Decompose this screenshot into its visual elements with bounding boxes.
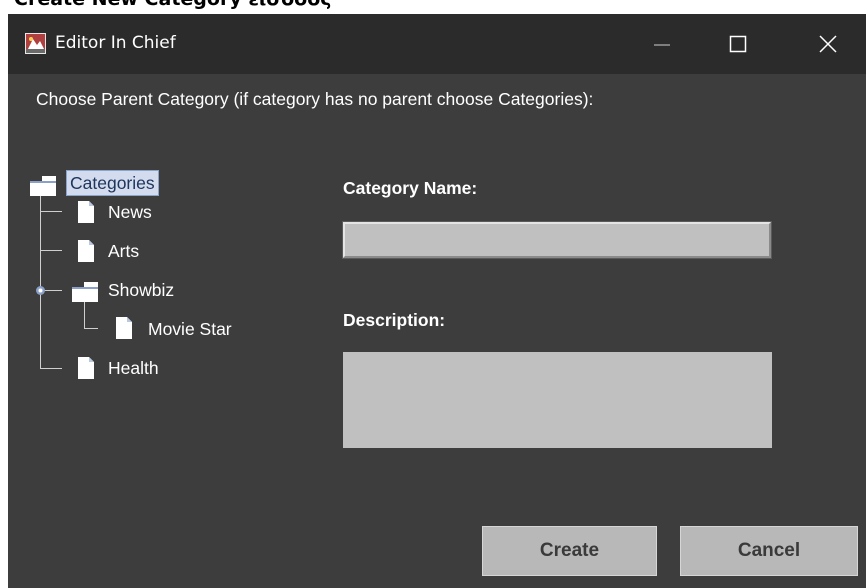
minimize-icon [654, 44, 670, 46]
cancel-button[interactable]: Cancel [680, 526, 858, 576]
tree-connector [40, 368, 62, 369]
editor-window: Editor In Chief Choose Parent Category (… [8, 14, 866, 588]
description-textarea[interactable] [343, 352, 772, 448]
tree-node-label: Showbiz [108, 280, 175, 300]
tree-connector [84, 300, 85, 328]
tree-node-label: Arts [108, 241, 140, 261]
page-icon [78, 240, 94, 262]
tree-node-label: Movie Star [148, 319, 232, 339]
tree-node-label: Categories [66, 170, 159, 196]
tree-connector [40, 250, 62, 251]
category-tree[interactable]: Categories News Arts Showbiz Movie Star … [8, 154, 328, 414]
description-label: Description: [343, 310, 446, 330]
maximize-button[interactable] [710, 14, 766, 74]
page-icon [116, 317, 132, 339]
category-name-input[interactable] [342, 221, 772, 259]
page-icon [78, 357, 94, 379]
category-name-label: Category Name: [343, 178, 478, 198]
maximize-icon [729, 35, 747, 53]
folder-icon [30, 176, 56, 196]
title-bar[interactable]: Editor In Chief [8, 14, 866, 74]
parent-category-instruction: Choose Parent Category (if category has … [36, 89, 594, 109]
expand-toggle-icon[interactable] [35, 285, 46, 296]
tree-connector [40, 211, 62, 212]
close-button[interactable] [800, 14, 856, 74]
tree-node-label: Health [108, 358, 159, 378]
close-icon [819, 35, 837, 53]
tree-connector [84, 328, 98, 329]
page-icon [78, 201, 94, 223]
tree-node-label: News [108, 202, 152, 222]
document-heading: Create New Category είσοδος [14, 0, 332, 10]
editor-app-icon [25, 33, 46, 54]
minimize-button[interactable] [634, 14, 690, 74]
window-title: Editor In Chief [55, 33, 176, 53]
create-button[interactable]: Create [482, 526, 657, 576]
folder-icon [72, 282, 98, 302]
tree-connector [40, 190, 41, 368]
